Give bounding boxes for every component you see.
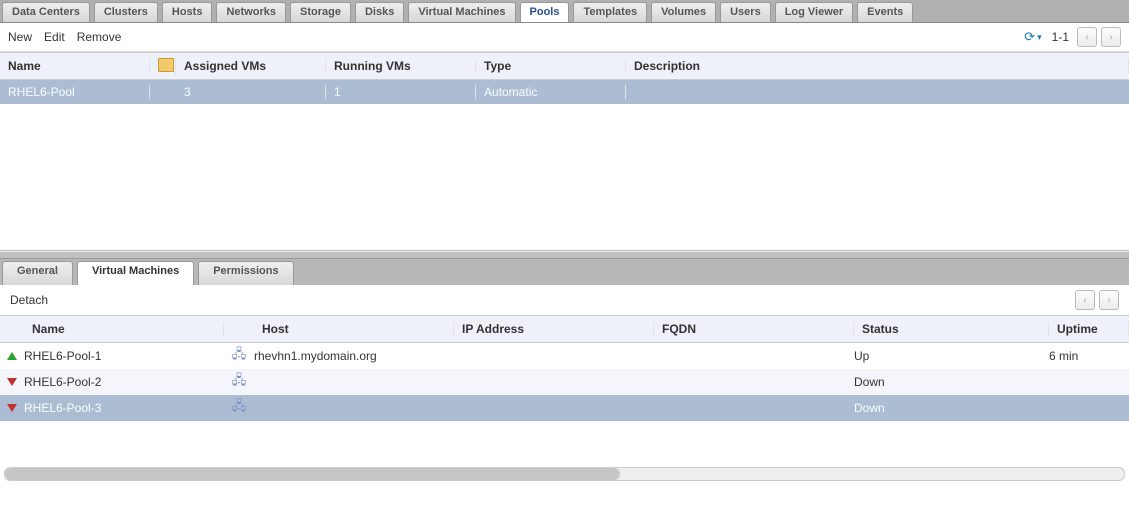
vm-row[interactable]: RHEL6-Pool-3 🖧 Down bbox=[0, 395, 1129, 421]
vm-state-cell bbox=[0, 349, 24, 363]
vm-uptime: 6 min bbox=[1049, 349, 1129, 363]
top-tab-hosts[interactable]: Hosts bbox=[162, 2, 213, 22]
vm-status: Down bbox=[854, 375, 1049, 389]
top-tab-users[interactable]: Users bbox=[720, 2, 771, 22]
refresh-dropdown-icon[interactable]: ▾ bbox=[1037, 32, 1042, 43]
edit-action[interactable]: Edit bbox=[44, 30, 65, 44]
pools-grid-header: Name Assigned VMs Running VMs Type Descr… bbox=[0, 52, 1129, 80]
top-tab-virtual-machines[interactable]: Virtual Machines bbox=[408, 2, 515, 22]
vm-row[interactable]: RHEL6-Pool-1 🖧 rhevhn1.mydomain.org Up6 min bbox=[0, 343, 1129, 369]
col-description[interactable]: Description bbox=[626, 59, 1129, 73]
top-tab-pools[interactable]: Pools bbox=[520, 2, 570, 22]
pool-name: RHEL6-Pool bbox=[0, 85, 150, 99]
top-tab-log-viewer[interactable]: Log Viewer bbox=[775, 2, 853, 22]
top-tab-templates[interactable]: Templates bbox=[573, 2, 647, 22]
vm-state-cell bbox=[0, 375, 24, 389]
col-name[interactable]: Name bbox=[0, 59, 150, 73]
pools-grid-body: RHEL6-Pool 31Automatic bbox=[0, 80, 1129, 251]
vm-grid-body: RHEL6-Pool-1 🖧 rhevhn1.mydomain.org Up6 min… bbox=[0, 343, 1129, 463]
next-page-button[interactable]: › bbox=[1101, 27, 1121, 47]
vm-toolbar: Detach ‹ › bbox=[0, 285, 1129, 315]
pool-type: Automatic bbox=[476, 85, 626, 99]
status-down-icon bbox=[7, 404, 17, 412]
vm-name: RHEL6-Pool-2 bbox=[24, 375, 224, 389]
horizontal-splitter[interactable] bbox=[0, 251, 1129, 259]
top-tab-storage[interactable]: Storage bbox=[290, 2, 351, 22]
remove-action[interactable]: Remove bbox=[77, 30, 122, 44]
top-tab-clusters[interactable]: Clusters bbox=[94, 2, 158, 22]
vm-pager: ‹ › bbox=[1075, 290, 1119, 310]
detail-tab-virtual-machines[interactable]: Virtual Machines bbox=[77, 261, 194, 285]
vm-host: rhevhn1.mydomain.org bbox=[254, 349, 454, 363]
vm-row[interactable]: RHEL6-Pool-2 🖧 Down bbox=[0, 369, 1129, 395]
col-vm-host[interactable]: Host bbox=[254, 322, 454, 336]
col-vm-fqdn[interactable]: FQDN bbox=[654, 322, 854, 336]
vm-grid-header: Name Host IP Address FQDN Status Uptime bbox=[0, 315, 1129, 343]
top-tab-disks[interactable]: Disks bbox=[355, 2, 404, 22]
network-icon: 🖧 bbox=[232, 398, 247, 413]
detail-tab-bar: GeneralVirtual MachinesPermissions bbox=[0, 259, 1129, 285]
new-action[interactable]: New bbox=[8, 30, 32, 44]
top-tab-networks[interactable]: Networks bbox=[216, 2, 286, 22]
main-pager: 1-1 ‹ › bbox=[1052, 27, 1121, 47]
pool-assigned: 3 bbox=[176, 85, 326, 99]
vm-net-cell: 🖧 bbox=[224, 345, 254, 367]
col-icon bbox=[150, 58, 176, 75]
top-tab-bar: Data CentersClustersHostsNetworksStorage… bbox=[0, 0, 1129, 23]
pool-row[interactable]: RHEL6-Pool 31Automatic bbox=[0, 80, 1129, 104]
prev-page-button[interactable]: ‹ bbox=[1077, 27, 1097, 47]
col-vm-ip[interactable]: IP Address bbox=[454, 322, 654, 336]
col-running-vms[interactable]: Running VMs bbox=[326, 59, 476, 73]
vm-name: RHEL6-Pool-1 bbox=[24, 349, 224, 363]
page-range: 1-1 bbox=[1052, 30, 1069, 44]
detail-tab-permissions[interactable]: Permissions bbox=[198, 261, 293, 285]
vm-state-cell bbox=[0, 401, 24, 415]
top-tab-data-centers[interactable]: Data Centers bbox=[2, 2, 90, 22]
col-type[interactable]: Type bbox=[476, 59, 626, 73]
vm-name: RHEL6-Pool-3 bbox=[24, 401, 224, 415]
vm-net-cell: 🖧 bbox=[224, 397, 254, 419]
vm-prev-page-button[interactable]: ‹ bbox=[1075, 290, 1095, 310]
col-vm-name[interactable]: Name bbox=[24, 322, 224, 336]
status-down-icon bbox=[7, 378, 17, 386]
detail-tab-general[interactable]: General bbox=[2, 261, 73, 285]
vm-net-cell: 🖧 bbox=[224, 371, 254, 393]
vm-status: Up bbox=[854, 349, 1049, 363]
horizontal-scrollbar[interactable] bbox=[4, 467, 1125, 481]
pool-running: 1 bbox=[326, 85, 476, 99]
network-icon: 🖧 bbox=[232, 372, 247, 387]
col-vm-uptime[interactable]: Uptime bbox=[1049, 322, 1129, 336]
top-tab-volumes[interactable]: Volumes bbox=[651, 2, 716, 22]
col-assigned-vms[interactable]: Assigned VMs bbox=[176, 59, 326, 73]
refresh-icon[interactable]: ⟳ bbox=[1024, 29, 1035, 45]
top-tab-events[interactable]: Events bbox=[857, 2, 913, 22]
main-toolbar: New Edit Remove ⟳ ▾ 1-1 ‹ › bbox=[0, 23, 1129, 52]
detach-action[interactable]: Detach bbox=[10, 293, 48, 307]
vm-next-page-button[interactable]: › bbox=[1099, 290, 1119, 310]
scrollbar-thumb[interactable] bbox=[5, 468, 620, 480]
network-icon: 🖧 bbox=[232, 346, 247, 361]
status-up-icon bbox=[7, 352, 17, 360]
folder-icon bbox=[158, 58, 174, 72]
col-vm-status[interactable]: Status bbox=[854, 322, 1049, 336]
vm-status: Down bbox=[854, 401, 1049, 415]
